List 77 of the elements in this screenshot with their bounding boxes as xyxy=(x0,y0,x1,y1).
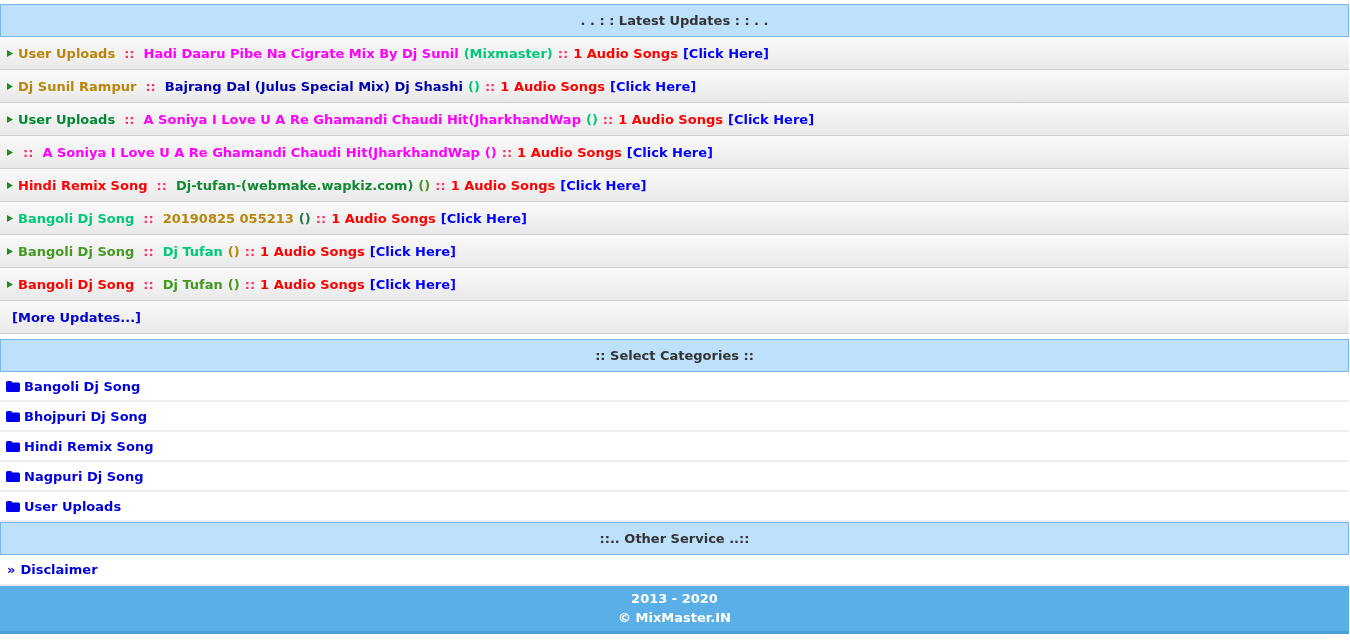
artist-text: () xyxy=(484,144,497,160)
category-link[interactable]: User Uploads xyxy=(18,111,116,127)
click-here-link[interactable]: [Click Here] xyxy=(727,111,815,127)
footer-years: 2013 - 2020 xyxy=(631,591,718,607)
separator-text: :: xyxy=(124,111,135,127)
folder-icon xyxy=(6,410,20,422)
separator-text: :: xyxy=(602,111,614,127)
separator-text: :: xyxy=(143,210,154,226)
arrow-icon xyxy=(7,280,13,288)
artist-text: () xyxy=(418,177,431,193)
artist-text: () xyxy=(468,78,480,94)
song-count: 1 Audio Songs xyxy=(517,144,622,160)
folder-icon xyxy=(6,470,20,482)
arrow-icon xyxy=(7,181,13,189)
category-link[interactable]: Bhojpuri Dj Song xyxy=(24,408,148,424)
song-title: A Soniya I Love U A Re Ghamandi Chaudi Hit(JharkhandWap xyxy=(143,111,581,127)
click-here-link[interactable]: [Click Here] xyxy=(682,45,770,61)
click-here-link[interactable]: [Click Here] xyxy=(626,144,713,160)
category-link[interactable]: Bangoli Dj Song xyxy=(24,378,141,394)
arrow-icon xyxy=(7,82,13,90)
section-header: :: Select Categories :: xyxy=(0,339,1349,372)
separator-text: :: xyxy=(145,78,156,94)
separator-text: :: xyxy=(244,243,256,259)
category-link[interactable]: Hindi Remix Song xyxy=(18,177,148,193)
copyright-text: © MixMaster.IN xyxy=(618,610,731,626)
song-title: Bajrang Dal (Julus Special Mix) Dj Shashi xyxy=(164,78,464,94)
song-count: 1 Audio Songs xyxy=(618,111,723,127)
arrow-icon xyxy=(7,49,13,57)
category-link[interactable]: Nagpuri Dj Song xyxy=(24,468,144,484)
artist-text: () xyxy=(227,243,240,259)
song-title: Hadi Daaru Pibe Na Cigrate Mix By Dj Sunil xyxy=(143,45,459,61)
category-link[interactable]: User Uploads xyxy=(24,498,122,514)
folder-icon xyxy=(6,380,20,392)
separator-text: :: xyxy=(315,210,327,226)
category-link[interactable]: Hindi Remix Song xyxy=(24,438,154,454)
artist-text: () xyxy=(227,276,240,292)
separator-text: :: xyxy=(244,276,256,292)
separator-text: :: xyxy=(156,177,167,193)
click-here-link[interactable]: [Click Here] xyxy=(369,243,456,259)
song-count: 1 Audio Songs xyxy=(500,78,606,94)
click-here-link[interactable]: [Click Here] xyxy=(560,177,647,193)
click-here-link[interactable]: [Click Here] xyxy=(369,276,456,292)
chevron-icon: » xyxy=(7,562,16,577)
disclaimer-link[interactable]: Disclaimer xyxy=(20,562,98,577)
click-here-link[interactable]: [Click Here] xyxy=(440,210,527,226)
separator-text: :: xyxy=(143,243,154,259)
section-header: . . : : Latest Updates : : . . xyxy=(0,4,1349,37)
separator-text: :: xyxy=(124,45,135,61)
song-count: 1 Audio Songs xyxy=(331,210,436,226)
separator-text: :: xyxy=(557,45,569,61)
artist-text: () xyxy=(298,210,311,226)
song-title: A Soniya I Love U A Re Ghamandi Chaudi Hit(JharkhandWap xyxy=(42,144,480,160)
arrow-icon xyxy=(7,115,13,123)
song-title: Dj Tufan xyxy=(162,243,223,259)
song-count: 1 Audio Songs xyxy=(260,243,365,259)
arrow-icon xyxy=(7,148,13,156)
song-title: Dj Tufan xyxy=(162,276,223,292)
separator-text: :: xyxy=(143,276,154,292)
category-link[interactable]: Bangoli Dj Song xyxy=(18,276,135,292)
arrow-icon xyxy=(7,247,13,255)
click-here-link[interactable]: [Click Here] xyxy=(610,78,697,94)
arrow-icon xyxy=(7,214,13,222)
song-title: 20190825 055213 xyxy=(162,210,294,226)
section-header: ::.. Other Service ..:: xyxy=(0,522,1349,555)
song-count: 1 Audio Songs xyxy=(260,276,365,292)
folder-icon xyxy=(6,500,20,512)
song-count: 1 Audio Songs xyxy=(573,45,678,61)
folder-icon xyxy=(6,440,20,452)
separator-text: :: xyxy=(501,144,513,160)
separator-text: :: xyxy=(23,144,34,160)
song-title: Dj-tufan-(webmake.wapkiz.com) xyxy=(175,177,414,193)
separator-text: :: xyxy=(484,78,496,94)
song-count: 1 Audio Songs xyxy=(450,177,556,193)
artist-text: () xyxy=(585,111,598,127)
artist-text: (Mixmaster) xyxy=(463,45,553,61)
more-updates-link[interactable]: [More Updates...] xyxy=(12,309,142,325)
separator-text: :: xyxy=(435,177,446,193)
